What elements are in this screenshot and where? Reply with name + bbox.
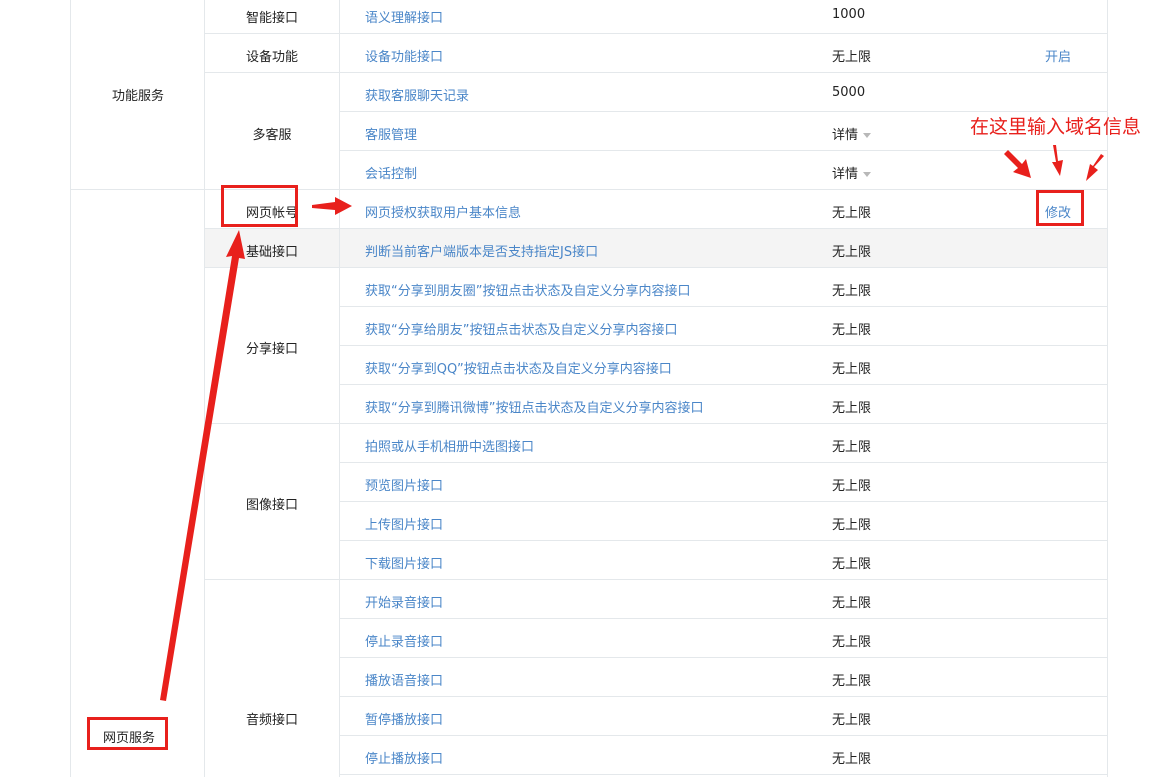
interface-link[interactable]: 预览图片接口 [365,475,443,494]
category-label-image-interface: 图像接口 [245,498,298,513]
row-limit: 无上限 [832,596,872,611]
row-limit: 无上限 [832,284,872,299]
interface-link[interactable]: 停止录音接口 [365,631,443,650]
category-label-customer-service: 多客服 [252,128,292,143]
interface-link[interactable]: 上传图片接口 [365,514,443,533]
col-divider-2 [339,0,340,777]
group-divider [204,228,1107,229]
interface-link[interactable]: 暂停播放接口 [365,709,443,728]
group-divider [204,33,1107,34]
row-divider [339,657,1107,658]
section-label-function-service: 功能服务 [111,89,164,104]
row-divider [339,384,1107,385]
group-divider [204,423,1107,424]
group-divider [204,72,1107,73]
row-limit: 无上限 [832,713,872,728]
row-divider [339,774,1107,775]
row-limit: 无上限 [832,635,872,650]
row-divider [339,306,1107,307]
interface-link[interactable]: 获取“分享到腾讯微博”按钮点击状态及自定义分享内容接口 [365,397,703,416]
row-divider [339,345,1107,346]
table-left-border [70,0,71,777]
row-limit: 无上限 [832,206,872,221]
details-dropdown[interactable]: 详情 [832,163,872,182]
row-divider [339,696,1107,697]
interface-link[interactable]: 获取“分享到QQ”按钮点击状态及自定义分享内容接口 [365,358,672,377]
row-limit: 无上限 [832,401,872,416]
interface-link[interactable]: 语义理解接口 [365,7,443,26]
interface-link[interactable]: 网页授权获取用户基本信息 [365,202,521,221]
interface-link[interactable]: 拍照或从手机相册中选图接口 [365,436,534,455]
highlight-box-web-account [221,185,298,227]
row-divider [339,501,1107,502]
col-divider-1 [204,0,205,777]
interface-link[interactable]: 获取“分享给朋友”按钮点击状态及自定义分享内容接口 [365,319,677,338]
interface-link[interactable]: 获取客服聊天记录 [365,85,469,104]
row-limit: 无上限 [832,323,872,338]
category-label-basic-interface: 基础接口 [245,245,298,260]
row-limit: 无上限 [832,245,872,260]
row-divider [339,150,1107,151]
interface-link[interactable]: 播放语音接口 [365,670,443,689]
interface-link[interactable]: 获取“分享到朋友圈”按钮点击状态及自定义分享内容接口 [365,280,690,299]
row-limit: 无上限 [832,674,872,689]
group-divider [204,579,1107,580]
caret-down-icon [863,133,872,138]
row-limit: 无上限 [832,50,872,65]
row-divider [339,618,1107,619]
arrow-down-left-icon [1004,150,1031,178]
interface-link[interactable]: 设备功能接口 [365,46,443,65]
row-limit: 无上限 [832,362,872,377]
interface-link[interactable]: 会话控制 [365,163,417,182]
details-label: 详情 [832,167,859,182]
row-divider [339,540,1107,541]
category-label-device-function: 设备功能 [245,50,298,65]
highlight-box-modify [1036,190,1084,226]
group-divider [204,267,1107,268]
highlighted-row-bg [205,229,1107,267]
details-label: 详情 [832,128,859,143]
interface-link[interactable]: 客服管理 [365,124,417,143]
row-limit: 1000 [832,7,866,22]
caret-down-icon [863,172,872,177]
row-divider [339,462,1107,463]
row-divider [339,735,1107,736]
row-limit: 无上限 [832,440,872,455]
enable-button[interactable]: 开启 [1045,46,1071,65]
row-limit: 无上限 [832,557,872,572]
category-label-smart-interface: 智能接口 [245,11,298,26]
arrow-down-left-icon [1086,154,1104,181]
interface-link[interactable]: 停止播放接口 [365,748,443,767]
arrow-up-icon [160,230,245,701]
row-limit: 5000 [832,85,866,100]
interface-link[interactable]: 开始录音接口 [365,592,443,611]
category-label-audio-interface: 音频接口 [245,713,298,728]
row-limit: 无上限 [832,479,872,494]
annotation-text: 在这里输入域名信息 [970,116,1142,138]
details-dropdown[interactable]: 详情 [832,124,872,143]
interface-link[interactable]: 下载图片接口 [365,553,443,572]
category-label-share-interface: 分享接口 [245,342,298,357]
row-limit: 无上限 [832,752,872,767]
highlight-box-web-service [87,717,168,750]
interface-link[interactable]: 判断当前客户端版本是否支持指定JS接口 [365,241,598,260]
row-limit: 无上限 [832,518,872,533]
